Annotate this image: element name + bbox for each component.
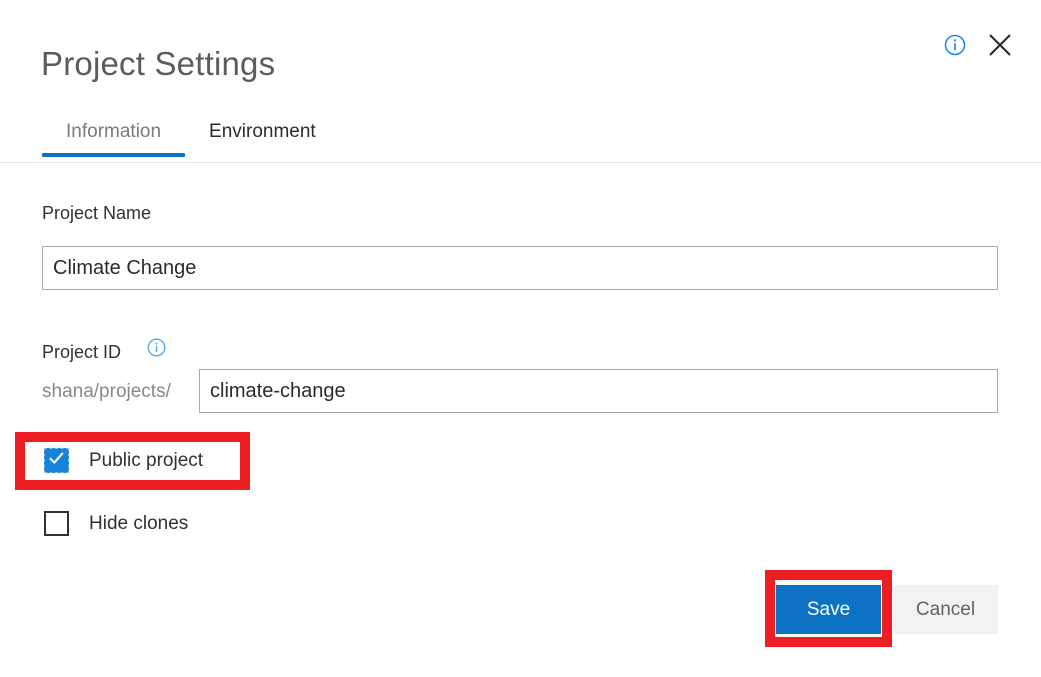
tab-active-underline bbox=[42, 153, 186, 157]
tab-information-label: Information bbox=[66, 121, 162, 142]
page-title: Project Settings bbox=[41, 45, 276, 82]
dialog-header: Project Settings bbox=[0, 0, 1041, 110]
close-x-icon[interactable] bbox=[987, 32, 1013, 58]
cancel-button[interactable]: Cancel bbox=[893, 585, 998, 634]
tab-divider bbox=[0, 162, 1041, 163]
header-actions bbox=[944, 32, 1013, 58]
project-id-label: Project ID bbox=[42, 342, 122, 362]
tab-environment-label: Environment bbox=[209, 121, 316, 142]
tab-bar: Information Environment bbox=[0, 112, 1041, 163]
project-id-input[interactable] bbox=[199, 369, 998, 413]
checkbox-hide-clones-box[interactable] bbox=[44, 511, 69, 536]
info-circle-icon[interactable] bbox=[944, 34, 966, 56]
tab-environment[interactable]: Environment bbox=[185, 112, 340, 157]
project-id-info-icon[interactable] bbox=[147, 338, 166, 357]
tab-information[interactable]: Information bbox=[42, 112, 186, 157]
checkbox-public-project-label: Public project bbox=[89, 449, 204, 471]
project-name-input[interactable] bbox=[42, 246, 998, 290]
save-button[interactable]: Save bbox=[776, 585, 881, 634]
checkbox-public-project-box[interactable] bbox=[44, 448, 69, 473]
checkbox-hide-clones[interactable]: Hide clones bbox=[44, 511, 188, 536]
checkbox-public-project[interactable]: Public project bbox=[44, 448, 203, 473]
project-name-label: Project Name bbox=[42, 203, 152, 223]
project-id-prefix: shana/projects/ bbox=[42, 381, 171, 402]
checkbox-hide-clones-label: Hide clones bbox=[89, 512, 189, 534]
tab-strip: Information Environment bbox=[42, 112, 340, 157]
